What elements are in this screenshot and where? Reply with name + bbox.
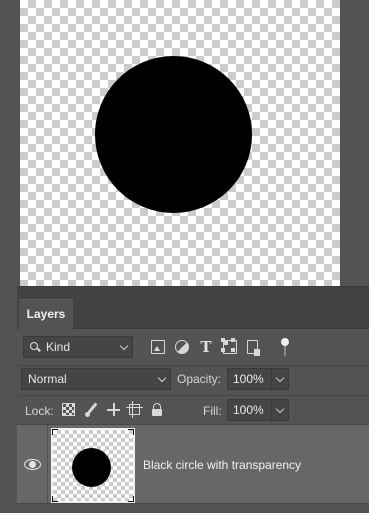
thumbnail-corner: [128, 429, 134, 435]
thumbnail-corner: [128, 496, 134, 502]
blend-mode-select[interactable]: Normal: [21, 368, 171, 390]
eye-icon[interactable]: [24, 458, 42, 472]
thumbnail-corner: [52, 496, 58, 502]
layer-name[interactable]: Black circle with transparency: [143, 458, 301, 472]
lock-row: Lock: Fill: 100%: [17, 395, 369, 423]
opacity-field[interactable]: 100%: [227, 368, 289, 390]
thumbnail-corner: [52, 429, 58, 435]
thumbnail-circle: [72, 448, 111, 487]
layer-filter-row: Kind T: [17, 335, 369, 361]
lock-artboard-icon[interactable]: [126, 401, 143, 418]
chevron-down-icon: [157, 373, 167, 383]
opacity-value: 100%: [233, 372, 264, 386]
filter-toggle-switch[interactable]: [281, 338, 289, 356]
document-canvas[interactable]: [20, 0, 340, 290]
canvas-area[interactable]: [0, 0, 369, 290]
panel-tab-bar: Layers: [17, 287, 369, 329]
lock-all-icon[interactable]: [152, 403, 162, 416]
filter-kind-select[interactable]: Kind: [23, 336, 133, 358]
smart-object-filter-icon[interactable]: [247, 340, 260, 356]
field-divider: [271, 400, 272, 420]
panel-bottom: [17, 505, 369, 513]
lock-transparent-pixels-icon[interactable]: [62, 403, 75, 416]
layer-thumbnail[interactable]: [51, 428, 135, 503]
fill-field[interactable]: 100%: [227, 399, 289, 421]
image-filter-icon[interactable]: [151, 340, 165, 354]
search-icon: [30, 342, 38, 350]
visibility-divider: [47, 425, 48, 505]
blend-row: Normal Opacity: 100%: [17, 365, 369, 391]
lock-label: Lock:: [25, 404, 54, 418]
layer-row[interactable]: Black circle with transparency: [17, 424, 369, 505]
tab-layers[interactable]: Layers: [19, 299, 73, 329]
shape-filter-icon[interactable]: [221, 338, 237, 354]
lock-position-icon[interactable]: [107, 403, 120, 416]
fill-label: Fill:: [203, 404, 222, 418]
black-circle-shape: [95, 56, 252, 213]
blend-mode-value: Normal: [28, 372, 67, 386]
chevron-down-icon: [119, 341, 129, 351]
chevron-down-icon[interactable]: [275, 373, 285, 383]
opacity-label: Opacity:: [177, 372, 222, 386]
type-filter-icon[interactable]: T: [199, 340, 213, 355]
chevron-down-icon[interactable]: [275, 404, 285, 414]
lock-image-pixels-icon[interactable]: [85, 403, 98, 417]
field-divider: [271, 369, 272, 389]
fill-value: 100%: [233, 403, 264, 417]
eye-pupil: [29, 461, 36, 468]
layers-panel: Layers Kind T Normal Opacity: 100% Lock:…: [17, 286, 369, 513]
filter-kind-label: Kind: [46, 340, 71, 354]
toggle-knob: [281, 338, 289, 346]
adjustment-filter-icon[interactable]: [175, 340, 189, 354]
